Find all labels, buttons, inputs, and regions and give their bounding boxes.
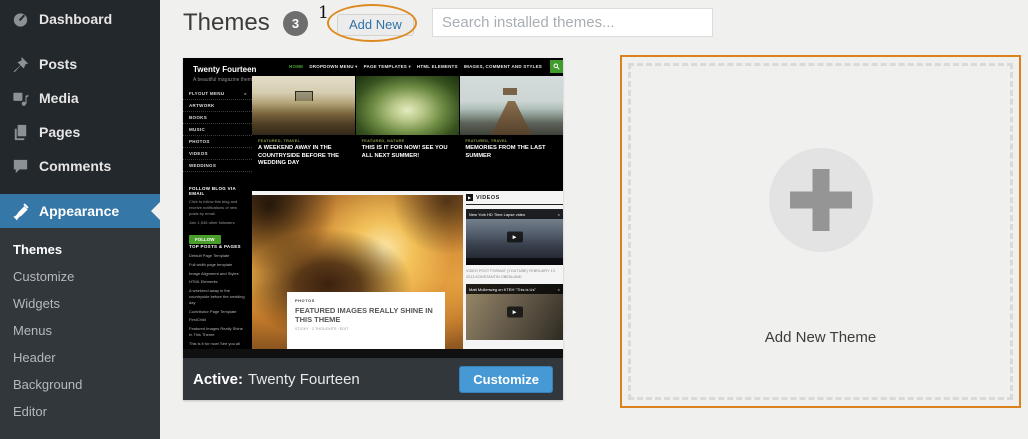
- dashboard-icon: [11, 10, 30, 29]
- search-icon: [550, 60, 563, 73]
- active-theme-name: Twenty Fourteen: [248, 371, 360, 388]
- page-title: Themes: [183, 9, 270, 37]
- annotation-step-number: 1: [318, 3, 329, 23]
- theme-menu-item: FLYOUT MENU▸: [183, 88, 252, 100]
- video-thumbnail-2: Matt Mullenweg on KTEH "This is Us"< ▶: [466, 284, 563, 340]
- add-new-theme-label: Add New Theme: [622, 329, 1019, 346]
- share-icon: <: [558, 212, 560, 217]
- videos-widget: ▶ VIDEOS New York HD Time Lapse video< ▶…: [466, 194, 563, 340]
- share-icon: <: [558, 287, 560, 292]
- theme-menu-item: VIDEOS: [183, 148, 252, 160]
- customize-button[interactable]: Customize: [459, 366, 553, 393]
- sidebar-item-media[interactable]: Media: [0, 81, 160, 115]
- play-button-icon: ▶: [507, 232, 523, 243]
- active-label: Active:: [193, 371, 243, 388]
- plus-icon: [769, 148, 873, 252]
- sidebar-item-posts[interactable]: Posts: [0, 47, 160, 81]
- theme-nav-templates: PAGE TEMPLATES ▾: [364, 64, 411, 70]
- theme-nav: HOME DROPDOWN MENU ▾ PAGE TEMPLATES ▾ HT…: [289, 58, 563, 75]
- submenu-item-customize[interactable]: Customize: [0, 263, 160, 290]
- theme-menu-item: PHOTOS: [183, 136, 252, 148]
- theme-nav-dropdown: DROPDOWN MENU ▾: [309, 64, 357, 70]
- theme-screenshot[interactable]: Twenty Fourteen A beautiful magazine the…: [183, 58, 563, 358]
- paintbrush-icon: [11, 202, 30, 221]
- pages-icon: [11, 123, 30, 142]
- theme-menu-item: MUSIC: [183, 124, 252, 136]
- sidebar-item-label: Posts: [39, 56, 77, 72]
- sidebar-item-label: Dashboard: [39, 11, 112, 27]
- active-theme-bar: Active: Twenty Fourteen Customize: [183, 358, 563, 400]
- submenu-item-editor[interactable]: Editor: [0, 398, 160, 425]
- theme-sidebar-menu: FLYOUT MENU▸ ARTWORK BOOKS MUSIC PHOTOS …: [183, 88, 252, 172]
- add-new-button[interactable]: Add New: [337, 14, 414, 36]
- sidebar-item-appearance[interactable]: Appearance: [0, 194, 160, 228]
- play-icon: ▶: [466, 194, 473, 201]
- sidebar-item-label: Comments: [39, 158, 111, 174]
- admin-sidebar: Dashboard Posts Media Pages Comments App…: [0, 0, 160, 414]
- submenu-item-widgets[interactable]: Widgets: [0, 290, 160, 317]
- photo-pier: [460, 76, 563, 135]
- photo-grass: [356, 76, 459, 135]
- follow-widget: FOLLOW BLOG VIA EMAIL Click to follow th…: [183, 186, 252, 246]
- video-controls-bar: [466, 258, 563, 265]
- theme-nav-styles: IMAGES, COMMENT AND STYLES: [464, 64, 542, 69]
- pushpin-icon: [11, 55, 30, 74]
- menu-separator: [0, 36, 160, 47]
- media-icon: [11, 89, 30, 108]
- photo-lake-dock: [252, 76, 355, 135]
- theme-footer-strip: [183, 349, 563, 358]
- appearance-submenu: Themes Customize Widgets Menus Header Ba…: [0, 228, 160, 439]
- themes-admin-page: Dashboard Posts Media Pages Comments App…: [0, 0, 1028, 414]
- submenu-item-background[interactable]: Background: [0, 371, 160, 398]
- top-posts-widget: TOP POSTS & PAGES Default Page Template …: [183, 244, 252, 358]
- submenu-item-themes[interactable]: Themes: [0, 236, 160, 263]
- theme-menu-item: ARTWORK: [183, 100, 252, 112]
- sidebar-item-dashboard[interactable]: Dashboard: [0, 2, 160, 36]
- theme-site-title: Twenty Fourteen: [193, 65, 256, 74]
- sidebar-item-comments[interactable]: Comments: [0, 149, 160, 183]
- comment-bubble-icon: [11, 157, 30, 176]
- sidebar-item-label: Media: [39, 90, 79, 106]
- theme-count-badge: 3: [283, 11, 308, 36]
- theme-menu-item: BOOKS: [183, 112, 252, 124]
- sidebar-item-label: Pages: [39, 124, 80, 140]
- theme-nav-home: HOME: [289, 64, 303, 69]
- submenu-item-header[interactable]: Header: [0, 344, 160, 371]
- video-thumbnail-1: New York HD Time Lapse video< ▶: [466, 209, 563, 265]
- menu-separator: [0, 183, 160, 194]
- submenu-item-menus[interactable]: Menus: [0, 317, 160, 344]
- theme-menu-item: WEDDINGS: [183, 160, 252, 172]
- search-input[interactable]: [432, 8, 713, 37]
- add-new-theme-card[interactable]: Add New Theme: [620, 55, 1021, 408]
- follow-button: FOLLOW: [189, 235, 221, 244]
- theme-nav-html: HTML ELEMENTS: [417, 64, 458, 69]
- chevron-right-icon: ▸: [244, 91, 247, 97]
- theme-card-twenty-fourteen: Twenty Fourteen A beautiful magazine the…: [183, 58, 563, 400]
- active-menu-arrow: [151, 202, 160, 220]
- theme-site-tagline: A beautiful magazine theme: [193, 77, 255, 83]
- featured-captions: FEATURED, TRAVELA WEEKEND AWAY IN THE CO…: [252, 135, 563, 191]
- featured-photos: [252, 76, 563, 135]
- play-button-icon: ▶: [507, 307, 523, 318]
- sidebar-item-pages[interactable]: Pages: [0, 115, 160, 149]
- sidebar-item-label: Appearance: [39, 203, 119, 219]
